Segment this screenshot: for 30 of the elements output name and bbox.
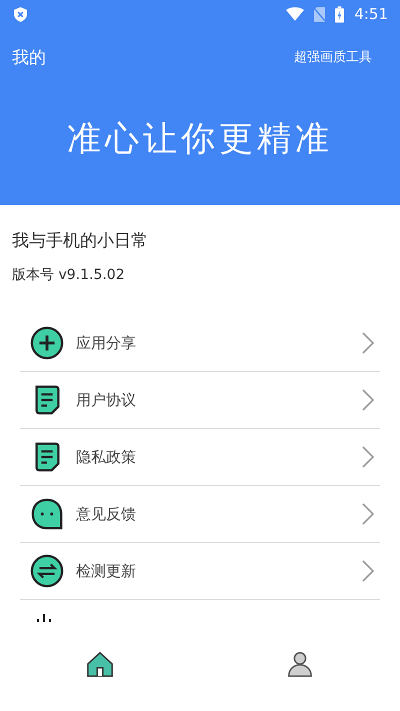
wifi-icon	[286, 7, 304, 21]
menu-label: 意见反馈	[76, 504, 137, 524]
chat-icon	[30, 497, 64, 531]
menu-label: 用户协议	[76, 390, 137, 410]
tool-link[interactable]: 超强画质工具	[294, 48, 372, 66]
menu-item[interactable]: 意见反馈	[20, 486, 380, 543]
chevron-icon	[362, 560, 374, 582]
plus-icon	[30, 326, 64, 360]
slogan: 准心让你更精准	[66, 118, 334, 161]
no-sim-icon	[314, 6, 326, 22]
menu-item[interactable]: 应用分享	[20, 315, 380, 372]
menu-label: 应用分享	[76, 334, 137, 352]
person-icon[interactable]	[286, 650, 314, 678]
page-title: 我的	[12, 46, 46, 68]
shield-icon	[14, 6, 27, 22]
menu-label: 检测更新	[76, 562, 137, 580]
menu-item[interactable]: 隐私政策	[20, 429, 380, 486]
menu-item[interactable]: 检测更新	[20, 543, 380, 600]
menu-item[interactable]: 用户协议	[20, 372, 380, 429]
chevron-icon	[362, 332, 374, 354]
chevron-icon	[362, 503, 374, 525]
swap-icon	[30, 554, 64, 588]
version-text: 版本号 v9.1.5.02	[12, 266, 126, 284]
battery-icon	[335, 6, 344, 22]
status-time: 4:51	[354, 5, 388, 23]
chevron-icon	[362, 446, 374, 468]
home-icon[interactable]	[86, 650, 114, 678]
chevron-icon	[362, 389, 374, 411]
profile-name: 我与手机的小日常	[12, 230, 149, 252]
menu-label: 隐私政策	[76, 448, 137, 466]
